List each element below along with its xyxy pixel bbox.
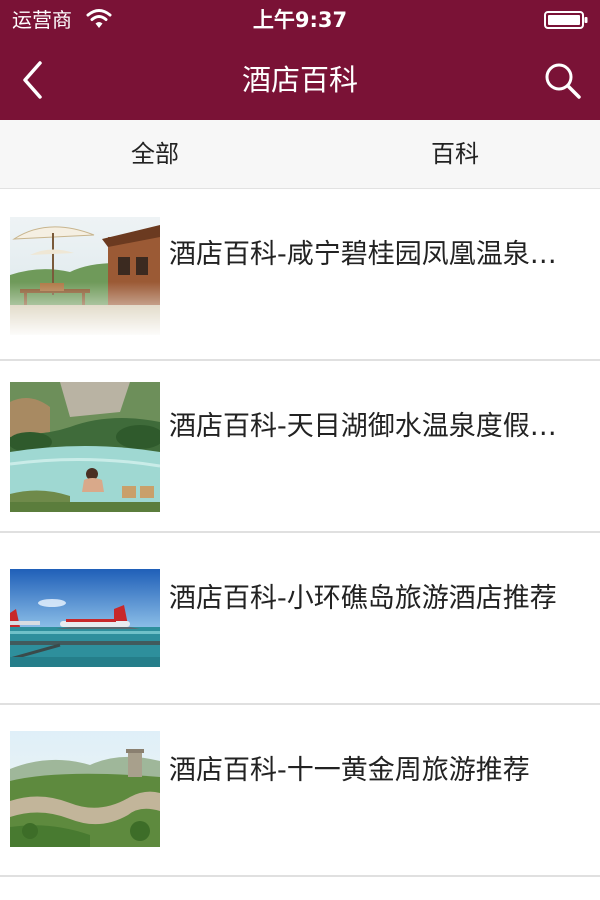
hotel-encyclopedia-screen: 运营商 上午9:37 酒店百科 全部 百科 酒店百科-咸宁碧桂园凤凰温泉酒店 酒… xyxy=(0,0,600,900)
list-item[interactable]: 酒店百科-小环礁岛旅游酒店推荐 xyxy=(0,533,600,705)
search-icon xyxy=(545,63,581,99)
category-tabs: 全部 百科 xyxy=(0,120,600,189)
article-title: 酒店百科-小环礁岛旅游酒店推荐 xyxy=(169,583,557,614)
article-title: 酒店百科-天目湖御水温泉度假酒店 xyxy=(169,411,579,442)
status-time: 上午9:37 xyxy=(252,8,348,32)
resort-umbrella-terrace-photo xyxy=(10,217,160,335)
list-item[interactable]: 酒店百科-十一黄金周旅游推荐 xyxy=(0,705,600,877)
search-button[interactable] xyxy=(540,58,584,102)
back-button[interactable] xyxy=(14,58,54,102)
tab-encyclopedia[interactable]: 百科 xyxy=(310,120,600,188)
tab-all[interactable]: 全部 xyxy=(10,120,300,188)
article-list: 酒店百科-咸宁碧桂园凤凰温泉酒店 酒店百科-天目湖御水温泉度假酒店 酒店百科-小… xyxy=(0,189,600,877)
hot-spring-pool-photo xyxy=(10,382,160,512)
list-item[interactable]: 酒店百科-咸宁碧桂园凤凰温泉酒店 xyxy=(0,189,600,361)
battery-icon xyxy=(544,11,588,29)
top-bar: 运营商 上午9:37 酒店百科 xyxy=(0,0,600,120)
chevron-left-icon xyxy=(23,61,42,99)
list-item[interactable]: 酒店百科-天目湖御水温泉度假酒店 xyxy=(0,361,600,533)
great-wall-photo xyxy=(10,731,160,847)
page-title: 酒店百科 xyxy=(241,63,358,97)
article-title: 酒店百科-咸宁碧桂园凤凰温泉酒店 xyxy=(169,239,579,270)
nav-bar: 酒店百科 xyxy=(0,40,600,120)
article-title: 酒店百科-十一黄金周旅游推荐 xyxy=(169,755,530,786)
status-bar: 运营商 上午9:37 xyxy=(0,0,600,40)
seaplane-pier-photo xyxy=(10,569,160,667)
